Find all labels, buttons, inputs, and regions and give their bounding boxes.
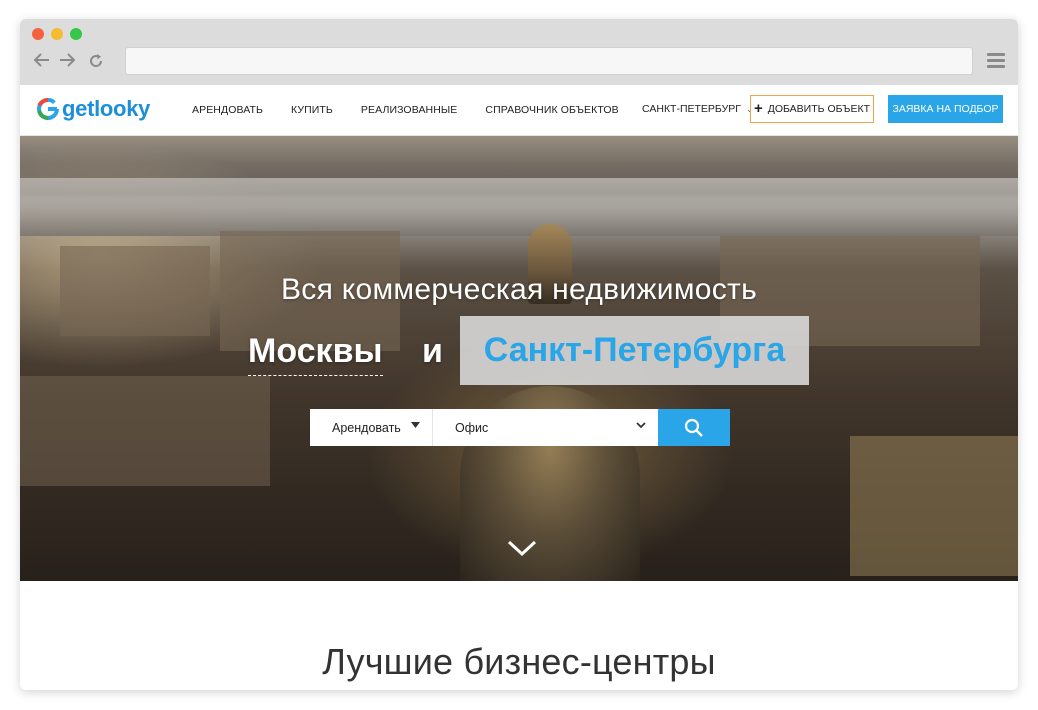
nav-buy[interactable]: КУПИТЬ	[291, 104, 333, 116]
deal-type-value: Арендовать	[332, 420, 401, 435]
nav-directory[interactable]: СПРАВОЧНИК ОБЪЕКТОВ	[485, 104, 618, 116]
object-type-value: Офис	[455, 420, 489, 435]
logo[interactable]: getlooky	[36, 96, 150, 122]
nav-completed[interactable]: РЕАЛИЗОВАННЫЕ	[361, 104, 458, 116]
add-object-button[interactable]: + ДОБАВИТЬ ОБЪЕКТ	[750, 95, 874, 123]
logo-g-icon	[37, 97, 59, 121]
section-title: Лучшие бизнес-центры	[322, 641, 716, 682]
deal-type-select[interactable]: Арендовать	[310, 409, 433, 446]
site-header: getlooky АРЕНДОВАТЬ КУПИТЬ РЕАЛИЗОВАННЫЕ…	[20, 85, 1018, 136]
add-object-label: ДОБАВИТЬ ОБЪЕКТ	[767, 103, 871, 115]
hamburger-menu-icon[interactable]	[987, 53, 1005, 69]
arrow-right-icon[interactable]	[57, 51, 77, 71]
arrow-left-icon[interactable]	[32, 51, 52, 71]
plus-icon: +	[753, 100, 763, 117]
address-bar[interactable]	[125, 47, 973, 75]
reload-icon[interactable]	[86, 51, 106, 71]
hero-section: Вся коммерческая недвижимость Москвы и С…	[20, 136, 1018, 581]
city-label: САНКТ-ПЕТЕРБУРГ	[642, 103, 741, 115]
nav-rent[interactable]: АРЕНДОВАТЬ	[192, 104, 263, 116]
object-type-select[interactable]: Офис	[433, 409, 658, 446]
main-nav: АРЕНДОВАТЬ КУПИТЬ РЕАЛИЗОВАННЫЕ СПРАВОЧН…	[192, 85, 647, 135]
close-window-button[interactable]	[32, 28, 44, 40]
browser-chrome	[20, 19, 1018, 85]
hero-title: Вся коммерческая недвижимость	[280, 273, 758, 306]
city-moscow-link[interactable]: Москвы	[248, 332, 383, 376]
minimize-window-button[interactable]	[51, 28, 63, 40]
search-button[interactable]	[658, 409, 730, 446]
request-selection-button[interactable]: ЗАЯВКА НА ПОДБОР	[888, 95, 1003, 123]
search-icon	[684, 418, 703, 437]
city-selector[interactable]: САНКТ-ПЕТЕРБУРГ⌄	[642, 103, 754, 115]
caret-down-icon	[411, 422, 420, 428]
logo-text: getlooky	[62, 96, 151, 121]
city-spb-selected[interactable]: Санкт-Петербурга	[460, 316, 809, 385]
scroll-down-chevron-icon[interactable]	[507, 538, 537, 558]
chevron-down-icon	[636, 422, 646, 429]
search-bar: Арендовать Офис	[310, 409, 730, 446]
browser-window: getlooky АРЕНДОВАТЬ КУПИТЬ РЕАЛИЗОВАННЫЕ…	[20, 19, 1018, 690]
hero-conjunction: и	[422, 332, 443, 370]
maximize-window-button[interactable]	[70, 28, 82, 40]
